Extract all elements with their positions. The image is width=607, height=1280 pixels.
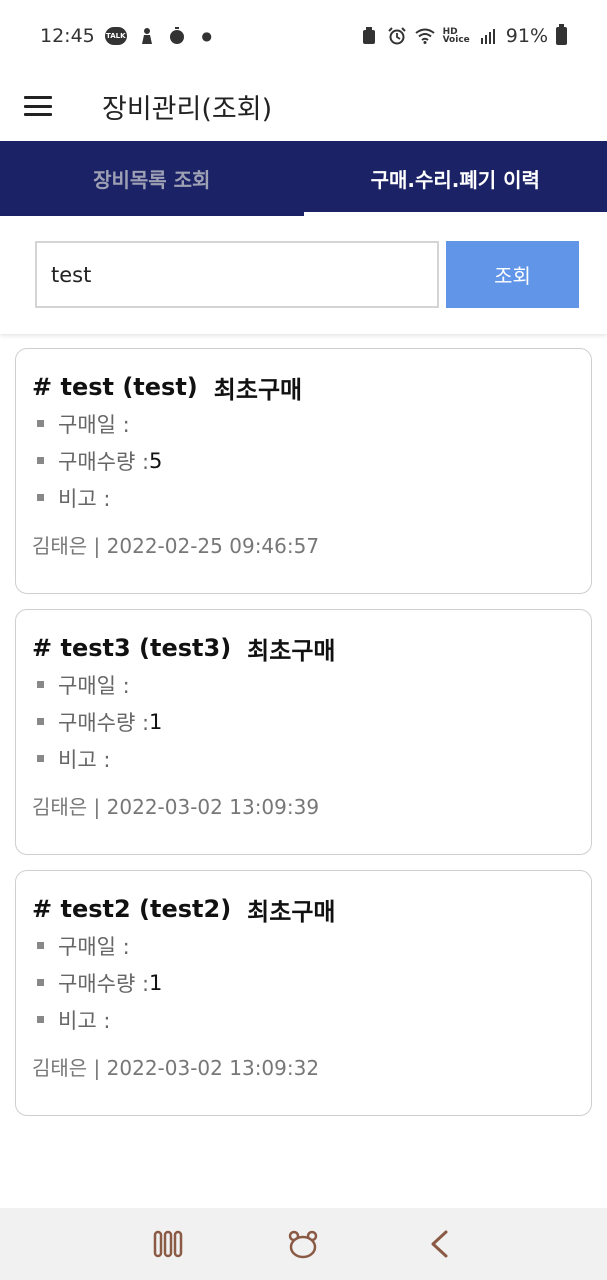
note-field: 비고 :	[32, 479, 575, 516]
field-label: 구매수량 :	[58, 710, 150, 735]
recycle-icon	[359, 26, 379, 46]
alarm-icon	[387, 26, 407, 46]
recent-apps-icon[interactable]	[148, 1224, 188, 1264]
field-label: 구매일 :	[58, 673, 130, 698]
purchase-qty-field: 구매수량 : 1	[32, 703, 575, 740]
bullet-icon	[37, 755, 44, 762]
person-icon	[137, 26, 157, 46]
menu-line	[24, 113, 52, 116]
voice-label: Voice	[442, 35, 470, 45]
purchase-date-field: 구매일 :	[32, 927, 575, 964]
field-label: 비고 :	[58, 747, 111, 772]
history-list: # test (test) 최초구매 구매일 : 구매수량 : 5 비고 : 김…	[15, 348, 592, 1131]
equipment-name: # test (test)	[32, 373, 198, 401]
bullet-icon	[37, 681, 44, 688]
record-type: 최초구매	[213, 375, 303, 404]
field-label: 비고 :	[58, 486, 111, 511]
history-card[interactable]: # test2 (test2) 최초구매 구매일 : 구매수량 : 1 비고 :…	[15, 870, 592, 1116]
tab-purchase-repair-disposal-history[interactable]: 구매.수리.폐기 이력	[303, 141, 607, 216]
note-field: 비고 :	[32, 1001, 575, 1038]
purchase-qty-value: 5	[149, 448, 163, 473]
card-footer: 김태은 | 2022-03-02 13:09:39	[32, 795, 320, 819]
dot-icon: ●	[201, 29, 212, 43]
timer-icon	[167, 26, 187, 46]
bullet-icon	[37, 942, 44, 949]
system-nav-bar	[0, 1208, 607, 1280]
page-title: 장비관리(조회)	[102, 93, 273, 125]
card-title: # test2 (test2) 최초구매	[32, 891, 575, 927]
purchase-qty-field: 구매수량 : 1	[32, 964, 575, 1001]
search-area: 조회	[0, 216, 607, 334]
field-label: 구매일 :	[58, 934, 130, 959]
status-left: 12:45 TALK ●	[40, 25, 217, 47]
status-bar: 12:45 TALK ● HD Voice 91%	[0, 0, 607, 72]
record-type: 최초구매	[247, 636, 336, 665]
app-bar: 장비관리(조회)	[0, 72, 607, 140]
status-right: HD Voice 91%	[359, 24, 567, 47]
signal-icon	[478, 26, 498, 46]
back-icon[interactable]	[419, 1224, 459, 1264]
field-label: 구매일 :	[58, 412, 130, 437]
equipment-name: # test3 (test3)	[32, 634, 232, 662]
equipment-name: # test2 (test2)	[32, 895, 232, 923]
field-label: 구매수량 :	[58, 449, 150, 474]
purchase-qty-value: 1	[149, 709, 163, 734]
tab-bar: 장비목록 조회 구매.수리.폐기 이력	[0, 141, 607, 216]
clock: 12:45	[40, 25, 95, 47]
purchase-date-field: 구매일 :	[32, 666, 575, 703]
field-label: 구매수량 :	[58, 971, 150, 996]
kakaotalk-icon: TALK	[104, 27, 127, 45]
field-label: 비고 :	[58, 1008, 111, 1033]
note-field: 비고 :	[32, 740, 575, 777]
battery-icon	[556, 24, 567, 45]
history-card[interactable]: # test (test) 최초구매 구매일 : 구매수량 : 5 비고 : 김…	[15, 348, 592, 594]
menu-line	[24, 104, 52, 108]
purchase-qty-field: 구매수량 : 5	[32, 442, 575, 479]
hd-voice-icon: HD Voice	[442, 28, 470, 45]
card-title: # test (test) 최초구매	[32, 369, 575, 405]
home-icon[interactable]	[283, 1224, 323, 1264]
search-button[interactable]: 조회	[446, 241, 579, 308]
wifi-icon	[414, 26, 435, 46]
purchase-date-field: 구매일 :	[32, 405, 575, 442]
purchase-qty-value: 1	[149, 970, 163, 995]
card-title: # test3 (test3) 최초구매	[32, 630, 575, 666]
search-input[interactable]	[35, 241, 439, 308]
record-type: 최초구매	[247, 897, 336, 926]
bullet-icon	[37, 718, 44, 725]
bullet-icon	[37, 1016, 44, 1023]
bullet-icon	[37, 420, 44, 427]
bullet-icon	[37, 979, 44, 986]
battery-level: 91%	[505, 25, 548, 47]
menu-line	[24, 96, 52, 99]
bullet-icon	[37, 494, 44, 501]
card-footer: 김태은 | 2022-02-25 09:46:57	[32, 534, 320, 558]
card-footer: 김태은 | 2022-03-02 13:09:32	[32, 1056, 320, 1080]
bullet-icon	[37, 457, 44, 464]
history-card[interactable]: # test3 (test3) 최초구매 구매일 : 구매수량 : 1 비고 :…	[15, 609, 592, 855]
tab-equipment-list[interactable]: 장비목록 조회	[0, 141, 304, 216]
hamburger-menu-icon[interactable]	[24, 96, 52, 116]
